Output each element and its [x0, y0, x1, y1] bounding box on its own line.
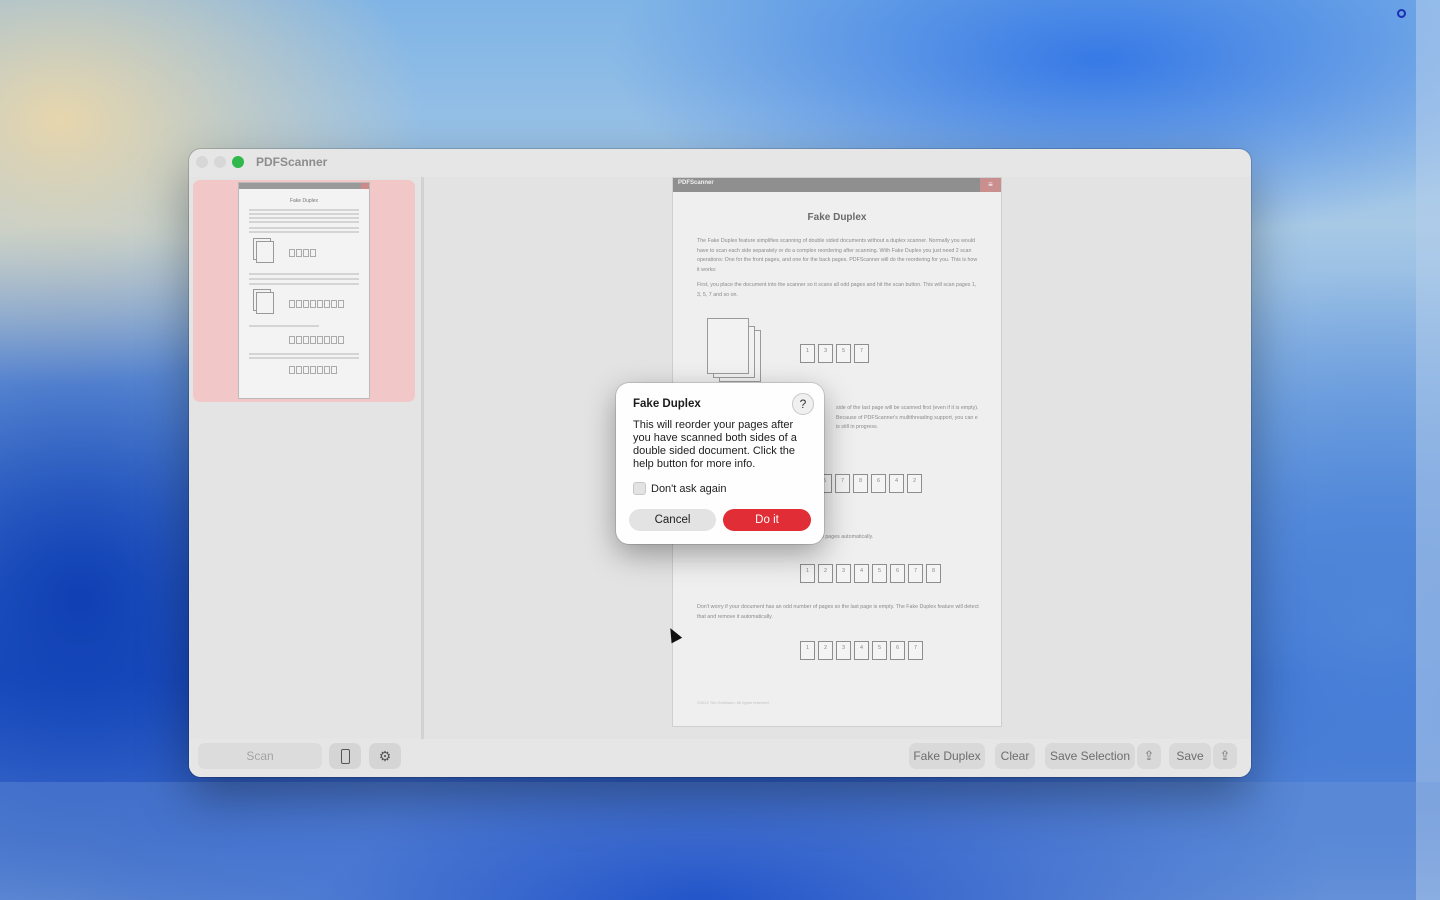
page-order-row: 5 7 8 6 4 2: [817, 474, 922, 493]
share-icon: ⇪: [1219, 748, 1231, 763]
page-paragraph: side of the last page will be scanned fi…: [836, 405, 979, 431]
dont-ask-again-label[interactable]: Don't ask again: [651, 483, 726, 495]
status-dot-icon: [1397, 9, 1406, 18]
page-paragraph: Don't worry if your document has an odd …: [697, 604, 979, 620]
page-number-box: 4: [854, 641, 869, 660]
scan-button[interactable]: Scan: [198, 743, 322, 769]
gear-icon: ⚙: [378, 748, 392, 764]
page-number-box: 2: [818, 641, 833, 660]
page-number-box: 2: [818, 564, 833, 583]
page-number-box: 6: [890, 564, 905, 583]
page-number-box: 8: [853, 474, 868, 493]
minimize-window-button[interactable]: [214, 156, 226, 168]
page-number-box: 7: [908, 641, 923, 660]
page-number-box: 3: [836, 564, 851, 583]
close-window-button[interactable]: [196, 156, 208, 168]
thumbnail-page-bar: [239, 183, 369, 189]
page-number-box: 5: [836, 344, 851, 363]
page-number-box: 6: [890, 641, 905, 660]
page-number-box: 1: [800, 344, 815, 363]
page-number-box: 7: [908, 564, 923, 583]
title-bar: PDFScanner: [189, 149, 1251, 177]
menu-icon: ≡: [980, 178, 1001, 192]
page-number-box: 4: [889, 474, 904, 493]
desktop-edge: [1416, 0, 1440, 900]
share-button[interactable]: ⇪: [1213, 743, 1237, 769]
device-button[interactable]: [329, 743, 361, 769]
page-order-row: 1 2 3 4 5 6 7 8: [800, 564, 941, 583]
page-order-row: 1 2 3 4 5 6 7: [800, 641, 923, 660]
zoom-window-button[interactable]: [232, 156, 244, 168]
document-viewer: PDFScanner ≡ Fake Duplex The Fake Duplex…: [424, 177, 1251, 739]
thumbnail-page: Fake Duplex: [238, 182, 370, 399]
phone-icon: [340, 748, 350, 764]
save-button[interactable]: Save: [1169, 743, 1211, 769]
page-paragraph: he pages automatically.: [818, 534, 874, 540]
settings-button[interactable]: ⚙: [369, 743, 401, 769]
share-icon: ⇪: [1143, 748, 1155, 763]
page-header-label: PDFScanner: [678, 180, 714, 186]
page-thumbnail-selected[interactable]: Fake Duplex: [193, 180, 415, 402]
dont-ask-again-row[interactable]: Don't ask again: [633, 482, 726, 495]
page-number-box: 6: [871, 474, 886, 493]
page-number-box: 2: [907, 474, 922, 493]
page-header-bar: PDFScanner ≡: [673, 178, 1001, 192]
page-number-box: 5: [872, 641, 887, 660]
dialog-title: Fake Duplex: [633, 398, 701, 410]
page-number-box: 5: [872, 564, 887, 583]
page-number-box: 1: [800, 564, 815, 583]
fake-duplex-button[interactable]: Fake Duplex: [909, 743, 985, 769]
share-selection-button[interactable]: ⇪: [1137, 743, 1161, 769]
thumbnail-page-title: Fake Duplex: [289, 198, 319, 204]
page-number-box: 1: [800, 641, 815, 660]
window-title: PDFScanner: [256, 155, 328, 169]
help-button[interactable]: ?: [792, 393, 814, 415]
page-number-box: 3: [818, 344, 833, 363]
page-number-box: 8: [926, 564, 941, 583]
page-paragraph: First, you place the document into the s…: [697, 282, 977, 298]
bottom-toolbar: Scan ⚙ Fake Duplex Clear Save Selection …: [189, 739, 1251, 777]
page-number-box: 4: [854, 564, 869, 583]
page-footer: ©2012 Tim Gollmann. All rights reserved.: [697, 700, 770, 705]
page-order-row: 1 3 5 7: [800, 344, 869, 363]
dont-ask-again-checkbox[interactable]: [633, 482, 646, 495]
cancel-button[interactable]: Cancel: [629, 509, 716, 531]
dialog-message: This will reorder your pages after you h…: [633, 419, 797, 470]
page-number-box: 7: [835, 474, 850, 493]
page-thumbnails-sidebar: Fake Duplex: [189, 177, 423, 739]
desktop-bottom: [0, 782, 1440, 900]
page-heading: Fake Duplex: [807, 212, 867, 223]
page-number-box: 3: [836, 641, 851, 660]
do-it-button[interactable]: Do it: [723, 509, 811, 531]
save-selection-button[interactable]: Save Selection: [1045, 743, 1135, 769]
clear-button[interactable]: Clear: [995, 743, 1035, 769]
page-paragraph: The Fake Duplex feature simplifies scann…: [697, 238, 978, 273]
page-number-box: 7: [854, 344, 869, 363]
